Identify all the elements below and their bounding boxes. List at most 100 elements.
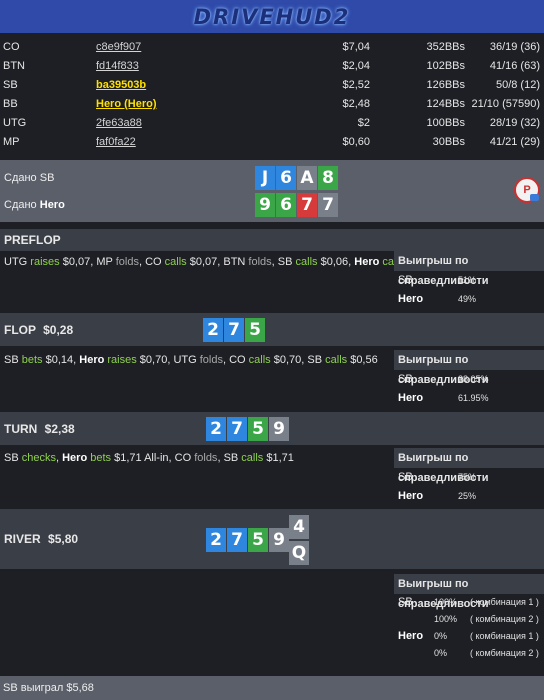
action-verb: calls xyxy=(238,452,264,464)
action-item: SB calls $0,56 xyxy=(307,354,377,366)
equity-combo: ( комбинация 2 ) xyxy=(470,648,539,658)
playing-card: 2 xyxy=(206,528,226,552)
action-player: CO xyxy=(174,452,192,464)
equity-combo: ( комбинация 1 ) xyxy=(470,631,539,641)
playing-card: 8 xyxy=(318,166,338,190)
action-player: SB xyxy=(307,354,323,366)
street-pot: $2,38 xyxy=(44,422,75,436)
equity-row: 100% ( комбинация 2 ) xyxy=(394,611,544,628)
playing-card: 2 xyxy=(206,417,226,441)
equity-header: Выигрыш по справедливости xyxy=(394,251,544,287)
action-amount: $0,06 xyxy=(317,256,349,268)
equity-row: Hero 49% xyxy=(394,290,544,309)
action-amount: $1,71 All-in xyxy=(111,452,169,464)
preflop-actions: UTG raises $0,07, MP folds, CO calls $0,… xyxy=(4,256,435,268)
playing-card: A xyxy=(297,166,317,190)
equity-percent: 0% xyxy=(434,631,448,641)
equity-player: Hero xyxy=(398,392,424,404)
action-item: BTN folds, xyxy=(223,256,278,268)
dealt-player-name: Hero xyxy=(39,199,65,211)
player-position: BTN xyxy=(3,60,25,72)
action-verb: calls xyxy=(245,354,271,366)
equity-player: Hero xyxy=(398,630,424,642)
action-verb: raises xyxy=(104,354,137,366)
action-verb: folds xyxy=(191,452,218,464)
action-verb: calls xyxy=(322,354,348,366)
equity-row: SB 75% xyxy=(394,468,544,487)
action-amount: $0,07 xyxy=(59,256,91,268)
equity-combo: ( комбинация 2 ) xyxy=(470,614,539,624)
equity-header: Выигрыш по справедливости xyxy=(394,574,544,610)
player-stack: $2,52 xyxy=(342,79,370,91)
action-item: CO folds, xyxy=(174,452,224,464)
replayer-badge-icon xyxy=(530,194,539,201)
player-row: CO c8e9f907 $7,04 352BBs 36/19 (36) xyxy=(0,38,544,57)
app-header: DRIVEHUD2 xyxy=(0,0,544,33)
action-player: Hero xyxy=(62,452,88,464)
action-amount: $1,71 xyxy=(263,452,294,464)
equity-player: Hero xyxy=(398,490,424,502)
playing-card: 7 xyxy=(297,193,317,217)
playing-card: 7 xyxy=(227,417,247,441)
dealt-hands-section: Сдано SB Сдано Hero J6A8 9677 xyxy=(0,160,544,222)
action-player: SB xyxy=(4,452,19,464)
player-id-link[interactable]: faf0fa22 xyxy=(96,133,136,152)
player-id-link[interactable]: Hero (Hero) xyxy=(96,95,157,114)
action-item: CO calls $0,70, xyxy=(229,354,308,366)
player-bbs: 126BBs xyxy=(426,79,465,91)
action-verb: bets xyxy=(18,354,43,366)
street-title: FLOP $0,28 xyxy=(4,323,73,337)
player-id-link[interactable]: 2fe63a88 xyxy=(96,114,142,133)
turn-equity-panel: Выигрыш по справедливости SB 75% Hero 25… xyxy=(394,448,544,506)
action-verb: folds xyxy=(245,256,272,268)
action-verb: folds xyxy=(112,256,139,268)
hand-result: SB выиграл $5,68 xyxy=(0,676,544,700)
player-position: MP xyxy=(3,136,20,148)
street-pot: $5,80 xyxy=(48,532,79,546)
action-item: UTG folds, xyxy=(173,354,230,366)
playing-card: 5 xyxy=(245,318,265,342)
equity-row: Hero 0% ( комбинация 1 ) xyxy=(394,628,544,645)
dealt-sb-label: Сдано SB xyxy=(4,172,54,184)
equity-row: SB 51% xyxy=(394,271,544,290)
players-table: CO c8e9f907 $7,04 352BBs 36/19 (36) BTN … xyxy=(0,38,544,152)
player-bbs: 124BBs xyxy=(426,98,465,110)
flop-board-cards: 275 xyxy=(203,318,265,342)
player-id-link[interactable]: ba39503b xyxy=(96,76,146,95)
playing-card: 9 xyxy=(269,417,289,441)
playing-card: 9 xyxy=(255,193,275,217)
player-position: CO xyxy=(3,41,20,53)
action-item: SB calls $0,06, xyxy=(277,256,355,268)
equity-percent: 49% xyxy=(458,294,477,304)
dealt-prefix: Сдано xyxy=(4,172,37,184)
street-title: RIVER $5,80 xyxy=(4,532,78,546)
playing-card: 5 xyxy=(248,417,268,441)
street-pot: $0,28 xyxy=(43,323,74,337)
equity-player: SB xyxy=(398,596,413,608)
playing-card: 7 xyxy=(227,528,247,552)
equity-header: Выигрыш по справедливости xyxy=(394,448,544,484)
player-stat: 50/8 (12) xyxy=(495,79,540,91)
action-verb: folds xyxy=(196,354,223,366)
playing-card: 6 xyxy=(276,166,296,190)
dealt-prefix: Сдано xyxy=(4,199,37,211)
action-verb: calls xyxy=(292,256,318,268)
equity-percent: 61.95% xyxy=(458,393,489,403)
player-stat: 21/10 (57590) xyxy=(471,98,541,110)
player-stack: $2 xyxy=(357,117,370,129)
player-id-link[interactable]: c8e9f907 xyxy=(96,38,141,57)
action-item: Hero raises $0,70, xyxy=(79,354,174,366)
equity-percent: 75% xyxy=(458,472,477,482)
action-item: Hero bets $1,71 All-in, xyxy=(62,452,175,464)
river-board-cards: 2759 xyxy=(206,528,289,552)
street-name: TURN xyxy=(4,422,38,436)
action-verb: bets xyxy=(87,452,112,464)
action-verb: checks xyxy=(18,452,56,464)
player-position: BB xyxy=(3,98,18,110)
playing-card: 9 xyxy=(269,528,289,552)
player-row: BTN fd14f833 $2,04 102BBs 41/16 (63) xyxy=(0,57,544,76)
action-player: Hero xyxy=(354,256,380,268)
action-item: UTG raises $0,07, xyxy=(4,256,97,268)
equity-percent: 51% xyxy=(458,275,477,285)
player-id-link[interactable]: fd14f833 xyxy=(96,57,139,76)
